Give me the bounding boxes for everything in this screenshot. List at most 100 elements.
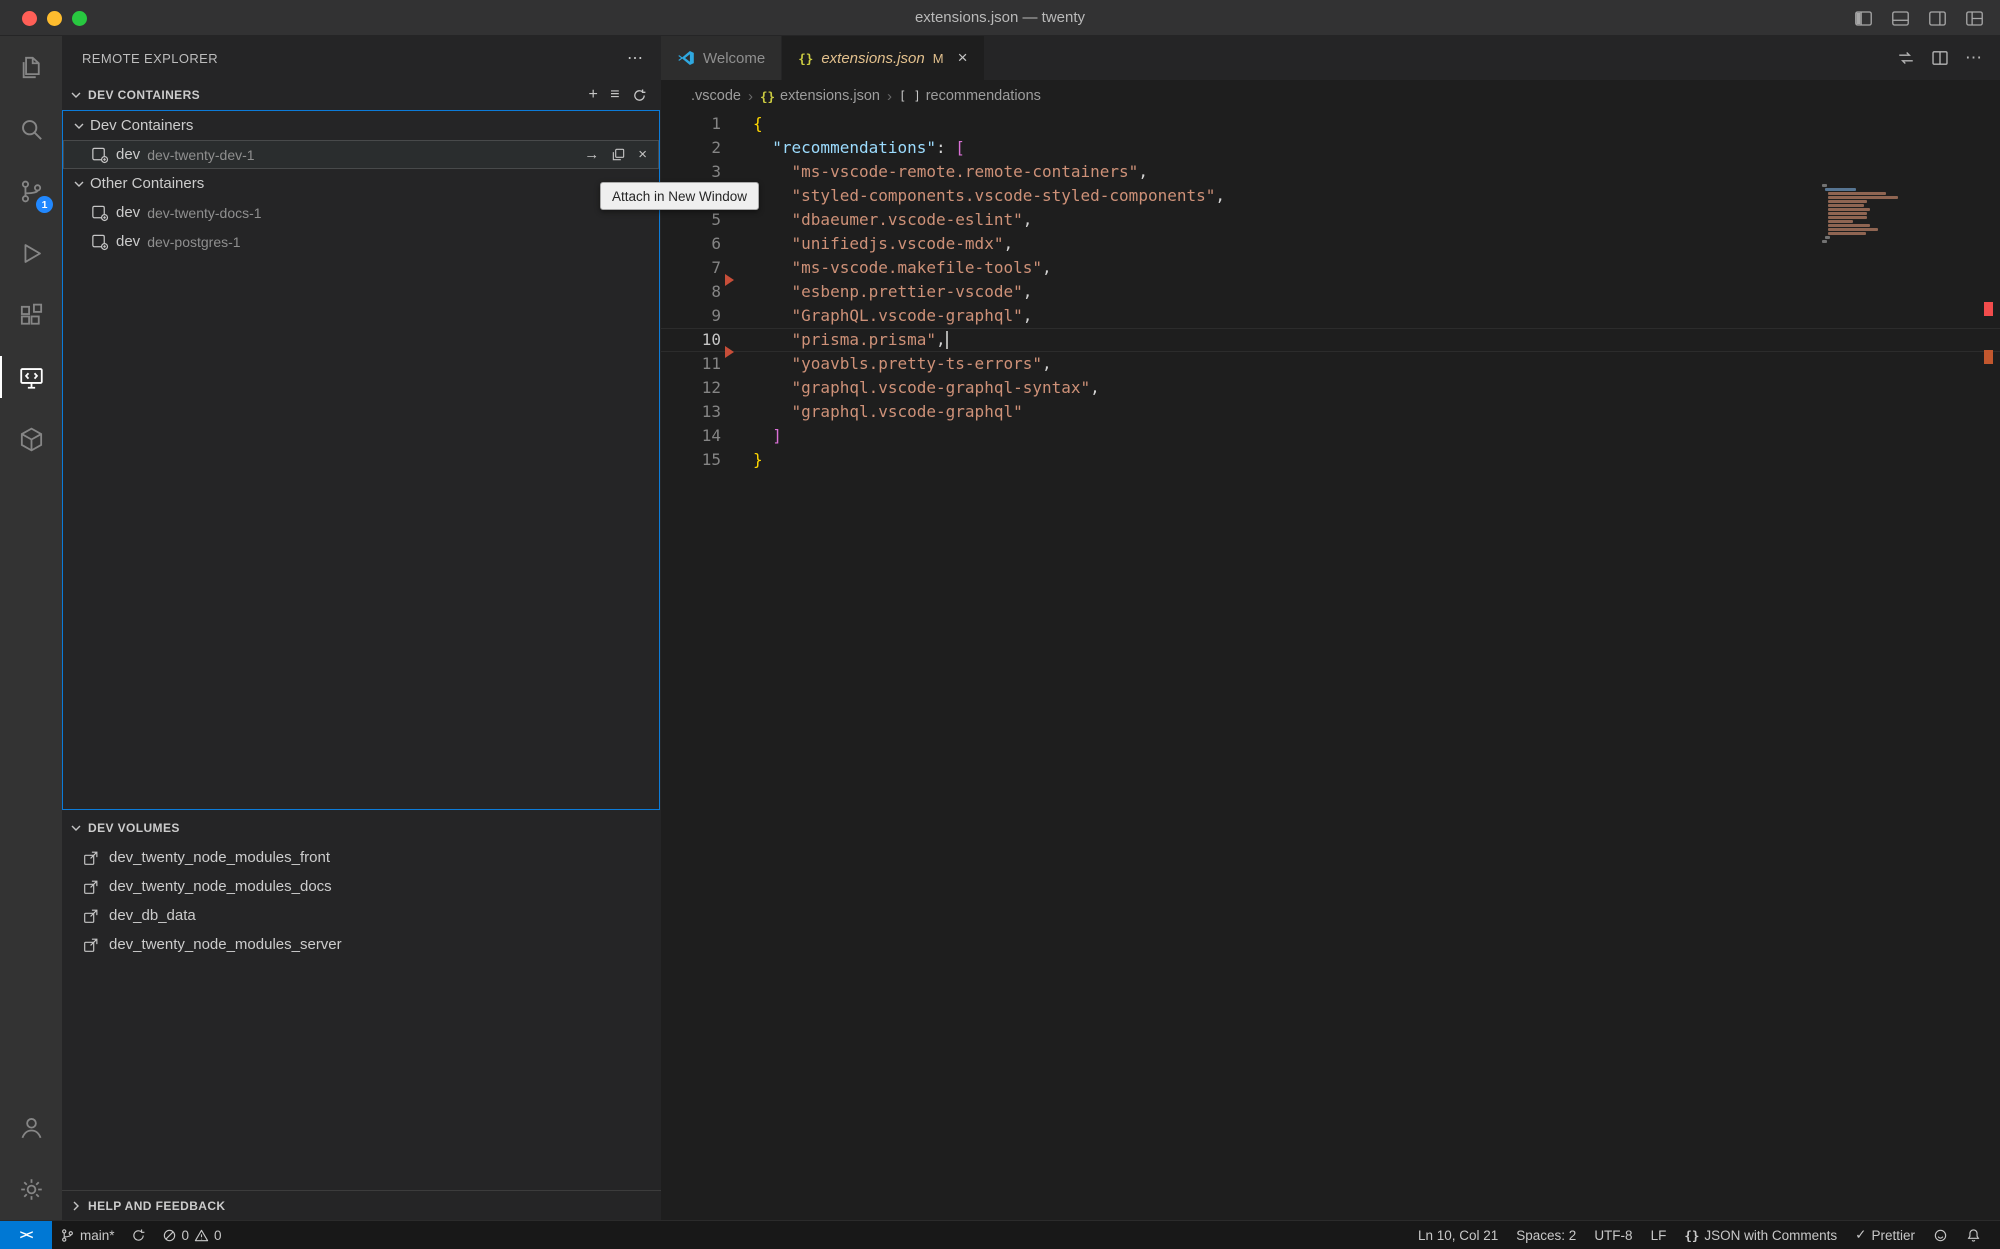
split-editor-icon[interactable] bbox=[1931, 49, 1949, 67]
eol-item[interactable]: LF bbox=[1642, 1221, 1676, 1249]
cursor-position-item[interactable]: Ln 10, Col 21 bbox=[1409, 1221, 1507, 1249]
section-header-dev-containers[interactable]: DEV CONTAINERS + ≡ bbox=[62, 80, 661, 110]
breadcrumb-symbol[interactable]: [ ]recommendations bbox=[899, 88, 1041, 104]
activity-remote-explorer[interactable] bbox=[0, 346, 62, 408]
container-name: dev bbox=[116, 233, 140, 250]
refresh-icon bbox=[632, 88, 647, 103]
more-actions-icon[interactable]: ⋯ bbox=[1965, 48, 1982, 68]
titlebar-actions bbox=[1854, 0, 1984, 36]
open-changes-icon[interactable] bbox=[1897, 49, 1915, 67]
minimap-line bbox=[1828, 212, 1867, 215]
encoding-item[interactable]: UTF-8 bbox=[1585, 1221, 1641, 1249]
line-content: "yoavbls.pretty-ts-errors", bbox=[753, 352, 1052, 376]
volume-item-dev_twenty_node_modules_docs[interactable]: dev_twenty_node_modules_docs bbox=[62, 872, 661, 901]
errors-icon bbox=[162, 1228, 177, 1243]
code-line-15[interactable]: 15} bbox=[661, 448, 2000, 472]
line-number: 11 bbox=[661, 352, 721, 376]
volume-icon bbox=[82, 878, 100, 896]
code-line-14[interactable]: 14 ] bbox=[661, 424, 2000, 448]
toggle-sidebar-left-icon[interactable] bbox=[1854, 9, 1873, 28]
code-line-10[interactable]: 10 "prisma.prisma", bbox=[661, 328, 2000, 352]
volume-item-dev_db_data[interactable]: dev_db_data bbox=[62, 901, 661, 930]
volume-item-dev_twenty_node_modules_front[interactable]: dev_twenty_node_modules_front bbox=[62, 843, 661, 872]
code-line-1[interactable]: 1{ bbox=[661, 112, 2000, 136]
minimap-line bbox=[1828, 204, 1864, 207]
formatter-item[interactable]: ✓ Prettier bbox=[1846, 1221, 1924, 1249]
code-line-3[interactable]: 3 "ms-vscode-remote.remote-containers", bbox=[661, 160, 2000, 184]
line-number: 13 bbox=[661, 400, 721, 424]
code-line-13[interactable]: 13 "graphql.vscode-graphql" bbox=[661, 400, 2000, 424]
customize-layout-icon[interactable] bbox=[1965, 9, 1984, 28]
code-area[interactable]: 1{2 "recommendations": [3 "ms-vscode-rem… bbox=[661, 112, 2000, 1220]
minimize-window-button[interactable] bbox=[47, 11, 62, 26]
tab-label: Welcome bbox=[703, 50, 765, 67]
close-window-button[interactable] bbox=[22, 11, 37, 26]
remote-indicator[interactable]: >< bbox=[0, 1221, 52, 1249]
activity-run-debug[interactable] bbox=[0, 222, 62, 284]
code-line-11[interactable]: 11 "yoavbls.pretty-ts-errors", bbox=[661, 352, 2000, 376]
line-number: 2 bbox=[661, 136, 721, 160]
code-line-9[interactable]: 9 "GraphQL.vscode-graphql", bbox=[661, 304, 2000, 328]
editor-actions: ⋯ bbox=[1897, 36, 2000, 80]
sync-changes-button[interactable] bbox=[123, 1221, 154, 1249]
code-line-8[interactable]: 8 "esbenp.prettier-vscode", bbox=[661, 280, 2000, 304]
traffic-lights bbox=[22, 0, 87, 36]
code-line-4[interactable]: 4 "styled-components.vscode-styled-compo… bbox=[661, 184, 2000, 208]
code-line-6[interactable]: 6 "unifiedjs.vscode-mdx", bbox=[661, 232, 2000, 256]
activity-accounts[interactable] bbox=[0, 1096, 62, 1158]
breadcrumb-file[interactable]: {}extensions.json bbox=[760, 88, 880, 104]
new-dev-container-button[interactable]: + bbox=[589, 86, 599, 104]
language-mode-item[interactable]: {} JSON with Comments bbox=[1675, 1221, 1846, 1249]
tree-item-dev-twenty-dev-1[interactable]: devdev-twenty-dev-1→× bbox=[63, 140, 659, 169]
line-content: "esbenp.prettier-vscode", bbox=[753, 280, 1032, 304]
remote-explorer-icon bbox=[17, 363, 46, 392]
stop-container-button[interactable]: × bbox=[638, 146, 647, 163]
toggle-panel-icon[interactable] bbox=[1891, 9, 1910, 28]
close-tab-icon[interactable]: × bbox=[958, 48, 968, 68]
problems-item[interactable]: 0 0 bbox=[154, 1221, 230, 1249]
tree-group-other-containers[interactable]: Other Containers bbox=[63, 169, 659, 198]
zoom-window-button[interactable] bbox=[72, 11, 87, 26]
chevron-down-icon bbox=[68, 820, 84, 836]
line-number: 6 bbox=[661, 232, 721, 256]
activity-source-control[interactable]: 1 bbox=[0, 160, 62, 222]
bell-icon bbox=[1966, 1228, 1981, 1243]
close-icon: × bbox=[638, 146, 647, 163]
chevron-down-icon bbox=[71, 118, 87, 134]
volume-item-dev_twenty_node_modules_server[interactable]: dev_twenty_node_modules_server bbox=[62, 930, 661, 959]
minimap-line bbox=[1828, 232, 1865, 235]
activity-dev-containers[interactable] bbox=[0, 408, 62, 470]
toggle-sidebar-right-icon[interactable] bbox=[1928, 9, 1947, 28]
section-header-help-feedback[interactable]: HELP AND FEEDBACK bbox=[62, 1190, 661, 1220]
volume-icon bbox=[82, 849, 100, 867]
tab-extensions-json[interactable]: {} extensions.json M × bbox=[782, 36, 983, 80]
line-content: "prisma.prisma", bbox=[753, 329, 946, 351]
tree-item-dev-postgres-1[interactable]: devdev-postgres-1 bbox=[63, 227, 659, 256]
attach-container-button[interactable]: → bbox=[584, 146, 599, 163]
breadcrumb-folder[interactable]: .vscode bbox=[691, 88, 741, 104]
minimap[interactable] bbox=[1822, 184, 1902, 244]
code-line-12[interactable]: 12 "graphql.vscode-graphql-syntax", bbox=[661, 376, 2000, 400]
attach-new-window-button[interactable] bbox=[611, 147, 626, 162]
activity-extensions[interactable] bbox=[0, 284, 62, 346]
volume-label: dev_twenty_node_modules_front bbox=[109, 849, 330, 866]
sidebar-more-actions-icon[interactable]: ⋯ bbox=[627, 48, 643, 68]
dev-containers-actions: + ≡ bbox=[589, 86, 648, 104]
refresh-button[interactable] bbox=[632, 88, 647, 103]
dev-volumes-list: dev_twenty_node_modules_front dev_twenty_… bbox=[62, 843, 661, 959]
feedback-button[interactable] bbox=[1924, 1221, 1957, 1249]
code-line-7[interactable]: 7 "ms-vscode.makefile-tools", bbox=[661, 256, 2000, 280]
code-line-5[interactable]: 5 "dbaeumer.vscode-eslint", bbox=[661, 208, 2000, 232]
activity-settings[interactable] bbox=[0, 1158, 62, 1220]
activity-explorer[interactable] bbox=[0, 36, 62, 98]
indentation-item[interactable]: Spaces: 2 bbox=[1507, 1221, 1585, 1249]
tab-welcome[interactable]: Welcome bbox=[661, 36, 782, 80]
activity-search[interactable] bbox=[0, 98, 62, 160]
filter-list-button[interactable]: ≡ bbox=[610, 86, 620, 104]
git-branch-item[interactable]: main* bbox=[52, 1221, 123, 1249]
code-line-2[interactable]: 2 "recommendations": [ bbox=[661, 136, 2000, 160]
section-header-dev-volumes[interactable]: DEV VOLUMES bbox=[62, 813, 661, 843]
tree-group-dev-containers[interactable]: Dev Containers bbox=[63, 111, 659, 140]
notifications-button[interactable] bbox=[1957, 1221, 1990, 1249]
tree-item-dev-twenty-docs-1[interactable]: devdev-twenty-docs-1 bbox=[63, 198, 659, 227]
